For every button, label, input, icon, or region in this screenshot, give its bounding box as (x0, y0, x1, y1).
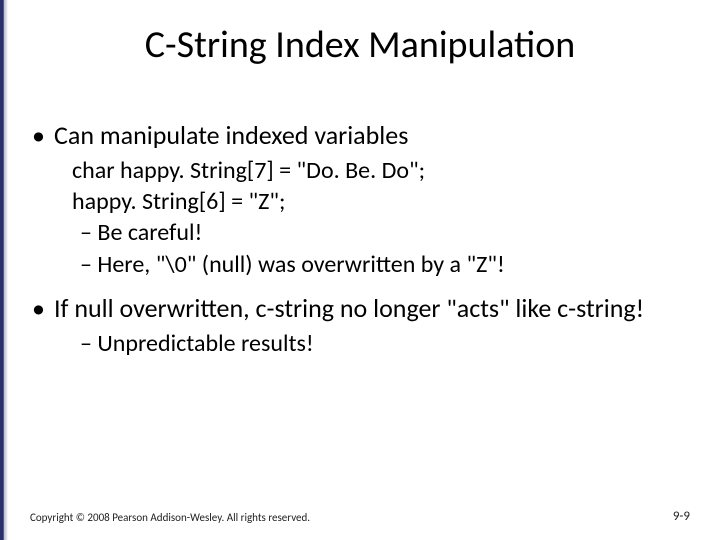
copyright-text: Copyright © 2008 Pearson Addison-Wesley.… (30, 511, 310, 524)
code-line-2: happy. String[6] = "Z"; (72, 187, 690, 216)
bullet-2-sub: Unpredictable results! (54, 329, 690, 358)
bullet-2-text: If null overwritten, c-string no longer … (54, 292, 644, 324)
page-number: 9-9 (673, 509, 690, 524)
slide-title: C-String Index Manipulation (0, 22, 720, 68)
left-accent-bar (0, 0, 8, 540)
dash-unpredictable: Unpredictable results! (72, 329, 690, 358)
dash-null-overwritten: Here, "\0" (null) was overwritten by a "… (72, 250, 690, 279)
bullet-1: Can manipulate indexed variables char ha… (30, 120, 690, 279)
bullet-2: If null overwritten, c-string no longer … (30, 293, 690, 358)
dash-be-careful: Be careful! (72, 218, 690, 247)
bullet-1-sub: char happy. String[7] = "Do. Be. Do"; ha… (54, 156, 690, 279)
slide-body: Can manipulate indexed variables char ha… (30, 120, 690, 372)
code-line-1: char happy. String[7] = "Do. Be. Do"; (72, 156, 690, 185)
bullet-1-text: Can manipulate indexed variables (54, 119, 408, 151)
bullet-list: Can manipulate indexed variables char ha… (30, 120, 690, 358)
slide: C-String Index Manipulation Can manipula… (0, 0, 720, 540)
